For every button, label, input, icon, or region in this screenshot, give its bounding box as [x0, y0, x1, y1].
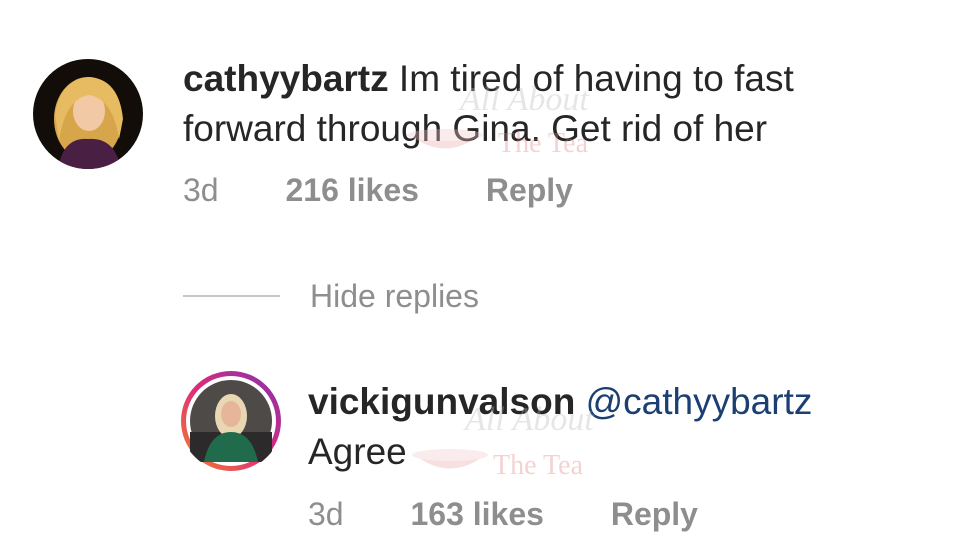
reply-text: Agree [308, 431, 407, 472]
divider [183, 295, 280, 297]
comment-reply-button[interactable]: Reply [486, 172, 573, 209]
avatar[interactable] [33, 59, 143, 169]
watermark-line-2: The Tea [493, 450, 584, 481]
reply-mention-link[interactable]: @cathyybartz [586, 381, 813, 422]
comment-likes[interactable]: 216 likes [285, 172, 418, 209]
reply-username[interactable]: vickigunvalson [308, 381, 575, 422]
comment-meta: 3d 216 likes Reply [183, 172, 573, 209]
avatar[interactable] [180, 370, 282, 472]
hide-replies-label[interactable]: Hide replies [310, 272, 479, 320]
reply-meta: 3d 163 likes Reply [308, 496, 698, 533]
reply-reply-button[interactable]: Reply [611, 496, 698, 533]
reply-time: 3d [308, 496, 344, 532]
avatar-photo-icon [33, 59, 143, 169]
hide-replies-toggle[interactable]: Hide replies [183, 272, 479, 320]
comment-username[interactable]: cathyybartz [183, 58, 389, 99]
reply-likes[interactable]: 163 likes [410, 496, 543, 533]
comment-text-line-1: cathyybartz Im tired of having to fast [183, 54, 794, 104]
reply-text-line-1: vickigunvalson @cathyybartz [308, 377, 812, 427]
comment-text-line-2: forward through Gina. Get rid of her [183, 108, 768, 149]
comment-time: 3d [183, 172, 219, 208]
comment-text: Im tired of having to fast [398, 58, 794, 99]
avatar-story-ring-icon [181, 371, 281, 471]
